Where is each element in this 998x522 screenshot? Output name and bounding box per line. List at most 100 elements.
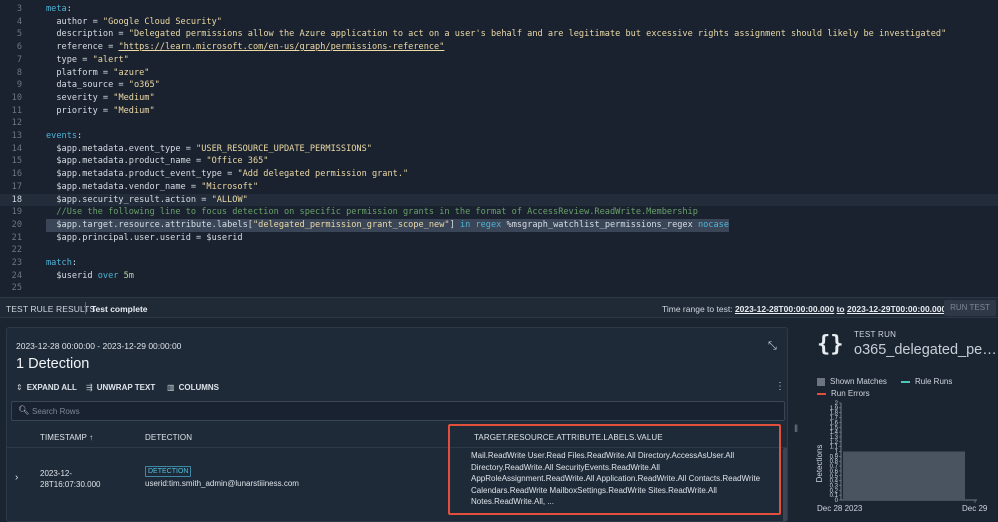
- code-text: match:: [46, 257, 77, 270]
- line-number: 17: [11, 181, 22, 192]
- code-token: "azure": [113, 67, 150, 78]
- code-token: $app.principal.user.userid = $userid: [46, 232, 243, 243]
- code-line[interactable]: 9 data_source = "o365": [0, 79, 998, 92]
- code-token: match: [46, 258, 72, 268]
- code-text: $userid over 5m: [46, 270, 134, 283]
- expand-all-label: EXPAND ALL: [26, 383, 77, 392]
- expand-all-button[interactable]: ⇕ EXPAND ALL: [16, 383, 77, 392]
- code-line[interactable]: 7 type = "alert": [0, 54, 998, 67]
- code-line[interactable]: 17 $app.metadata.vendor_name = "Microsof…: [0, 181, 998, 194]
- code-line[interactable]: 20 $app.target.resource.attribute.labels…: [0, 218, 998, 232]
- results-range: 2023-12-28 00:00:00 - 2023-12-29 00:00:0…: [16, 341, 182, 351]
- time-range-end[interactable]: 2023-12-29T00:00:00.000: [847, 304, 946, 314]
- code-line[interactable]: 15 $app.metadata.product_name = "Office …: [0, 155, 998, 168]
- search-box[interactable]: 🔍︎: [11, 401, 785, 421]
- code-token: $app.metadata.product_name =: [46, 156, 207, 167]
- code-line[interactable]: 21 $app.principal.user.userid = $userid: [0, 232, 998, 245]
- y-tick-label: 2: [835, 401, 839, 407]
- panel-resize-handle[interactable]: ‖: [794, 424, 798, 435]
- code-token: priority =: [46, 105, 114, 116]
- line-number: 4: [16, 16, 22, 27]
- time-range: Time range to test: 2023-12-28T00:00:00.…: [662, 304, 946, 314]
- code-token: //Use the following line to focus detect…: [46, 207, 698, 218]
- results-scrollbar[interactable]: [783, 448, 787, 521]
- code-line[interactable]: 18 $app.security_result.action = "ALLOW": [0, 193, 998, 207]
- columns-button[interactable]: ▥ COLUMNS: [167, 383, 219, 392]
- results-panel: 2023-12-28 00:00:00 - 2023-12-29 00:00:0…: [6, 327, 788, 522]
- code-token: $userid: [46, 270, 98, 281]
- line-number: 19: [11, 207, 22, 218]
- line-number: 22: [11, 245, 22, 256]
- code-token: nocase: [697, 219, 729, 230]
- code-line[interactable]: 25: [0, 282, 998, 295]
- code-token: events: [46, 131, 78, 141]
- code-line[interactable]: 11 priority = "Medium": [0, 105, 998, 118]
- code-line[interactable]: 14 $app.metadata.event_type = "USER_RESO…: [0, 143, 998, 156]
- code-text: author = "Google Cloud Security": [46, 16, 222, 29]
- code-text: severity = "Medium": [46, 92, 154, 105]
- code-token: :: [71, 258, 78, 268]
- code-token: description =: [46, 29, 129, 40]
- search-input[interactable]: [32, 404, 732, 419]
- code-line[interactable]: 10 severity = "Medium": [0, 92, 998, 105]
- code-line[interactable]: 5 description = "Delegated permissions a…: [0, 28, 998, 41]
- results-title: TEST RULE RESULTS: [6, 304, 96, 314]
- column-header-labels-value[interactable]: TARGET.RESOURCE.ATTRIBUTE.LABELS.VALUE: [474, 433, 663, 442]
- time-range-start[interactable]: 2023-12-28T00:00:00.000: [735, 304, 834, 314]
- code-text: data_source = "o365": [46, 79, 160, 92]
- unwrap-icon: ⇶: [86, 383, 93, 392]
- code-token: platform =: [46, 67, 114, 78]
- code-text: $app.security_result.action = "ALLOW": [46, 194, 247, 207]
- code-text: //Use the following line to focus detect…: [46, 206, 698, 219]
- code-token: type =: [46, 54, 93, 65]
- test-run-panel: {} TEST RUN o365_delegated_permissions S…: [805, 320, 998, 522]
- code-token: "delegated_permission_grant_scope_new": [252, 219, 450, 230]
- column-header-detection[interactable]: DETECTION: [145, 433, 192, 442]
- code-line[interactable]: 4 author = "Google Cloud Security": [0, 16, 998, 29]
- columns-icon: ▥: [167, 383, 175, 392]
- unwrap-text-button[interactable]: ⇶ UNWRAP TEXT: [86, 383, 155, 392]
- code-text: description = "Delegated permissions all…: [46, 28, 946, 41]
- run-test-button[interactable]: RUN TEST: [944, 300, 996, 316]
- code-token: 5m: [118, 270, 134, 281]
- code-text: platform = "azure": [46, 67, 149, 80]
- code-token: "o365": [128, 80, 160, 91]
- code-line[interactable]: 12: [0, 117, 998, 130]
- code-token: reference =: [46, 42, 119, 53]
- code-line[interactable]: 22: [0, 244, 998, 257]
- row-labels-value: Mail.ReadWrite User.Read Files.ReadWrite…: [471, 451, 761, 506]
- code-line[interactable]: 23 match:: [0, 257, 998, 270]
- line-number: 25: [11, 283, 22, 294]
- code-line[interactable]: 6 reference = "https://learn.microsoft.c…: [0, 41, 998, 54]
- code-text: type = "alert": [46, 54, 129, 67]
- header-divider: [7, 447, 787, 448]
- collapse-icon[interactable]: ⤡: [768, 340, 777, 353]
- code-line[interactable]: 13 events:: [0, 130, 998, 143]
- code-token: "alert": [92, 54, 129, 65]
- code-line[interactable]: 3 meta:: [0, 3, 998, 16]
- row-timestamp-line1: 2023-12-: [40, 469, 73, 478]
- code-token: :: [66, 4, 72, 14]
- time-range-label: Time range to test:: [662, 304, 733, 314]
- code-text: events:: [46, 130, 82, 143]
- columns-label: COLUMNS: [178, 383, 220, 392]
- expand-row-chevron-icon[interactable]: ›: [15, 472, 18, 483]
- line-number: 20: [11, 219, 22, 230]
- code-token: over: [97, 270, 119, 281]
- code-token: "Microsoft": [201, 181, 259, 192]
- code-line[interactable]: 24 $userid over 5m: [0, 270, 998, 283]
- rule-editor[interactable]: 3 meta: 4 author = "Google Cloud Security"…: [0, 0, 998, 297]
- code-token: $app.metadata.event_type =: [46, 143, 197, 154]
- column-header-timestamp[interactable]: TIMESTAMP ↑: [40, 433, 93, 442]
- unwrap-text-label: UNWRAP TEXT: [96, 383, 156, 392]
- code-token: "https://learn.microsoft.com/en-us/graph…: [118, 42, 445, 53]
- code-line[interactable]: 16 $app.metadata.product_event_type = "A…: [0, 168, 998, 181]
- code-line[interactable]: 19 //Use the following line to focus det…: [0, 206, 998, 219]
- line-number: 9: [16, 80, 22, 91]
- more-options-icon[interactable]: ⋮: [775, 381, 785, 392]
- line-number: 7: [16, 54, 22, 65]
- line-number: 23: [11, 258, 22, 268]
- line-number: 18: [11, 194, 22, 205]
- test-results-bar: TEST RULE RESULTS Test complete Time ran…: [0, 297, 998, 318]
- code-line[interactable]: 8 platform = "azure": [0, 67, 998, 80]
